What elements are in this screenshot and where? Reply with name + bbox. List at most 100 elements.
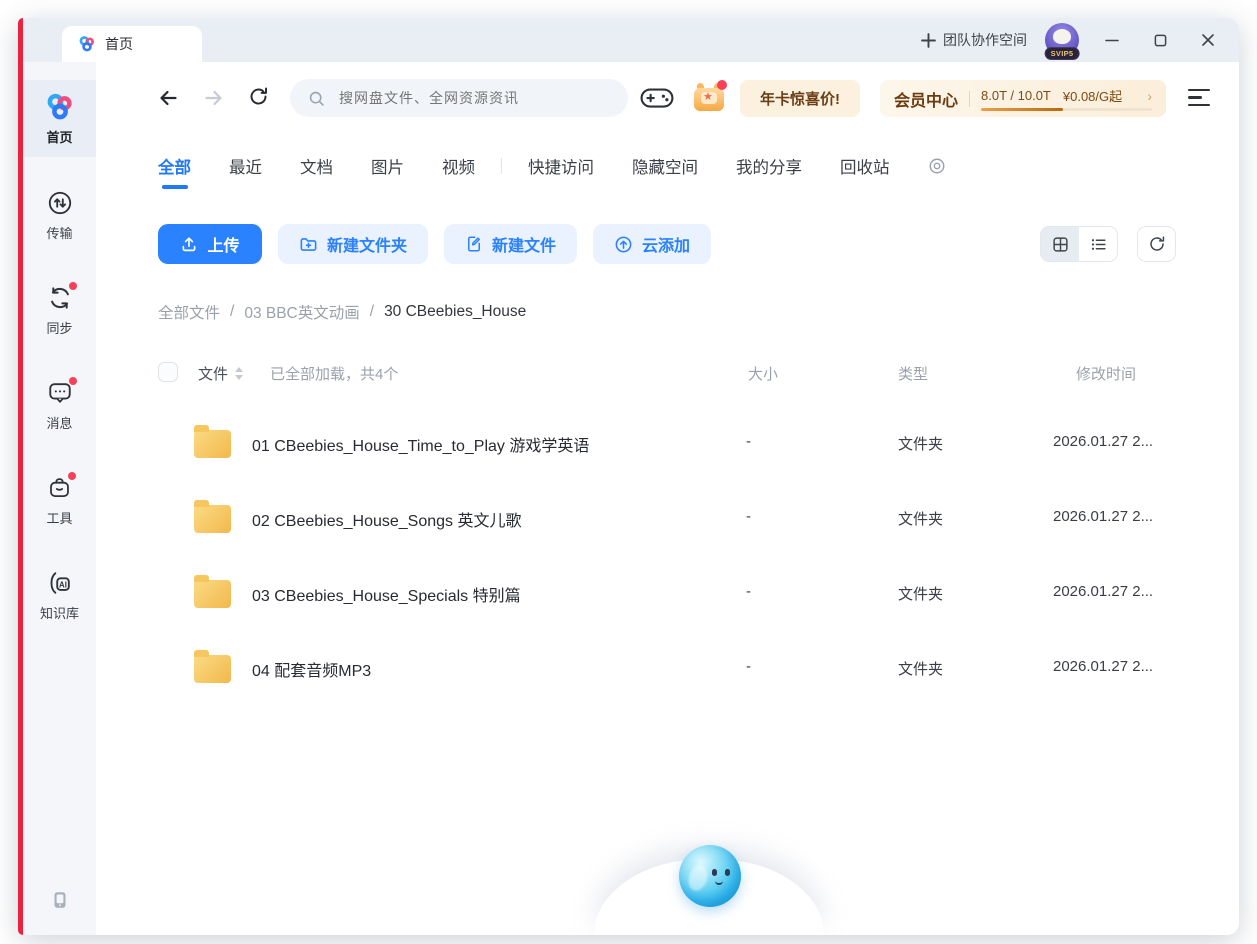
view-mode-toggle [1040,226,1118,262]
search-icon [308,90,325,107]
file-row[interactable]: 03 CBeebies_House_Specials 特别篇 - 文件夹 202… [96,554,1239,629]
tab-all[interactable]: 全部 [158,154,191,178]
plus-icon [921,33,936,48]
grid-view-button[interactable] [1041,227,1079,261]
file-type: 文件夹 [898,508,943,529]
breadcrumb-parent[interactable]: 03 BBC英文动画 [244,301,359,323]
member-center-label: 会员中心 [894,87,958,111]
upgrade-price: ¥0.08/G起 [1063,86,1122,105]
file-name[interactable]: 01 CBeebies_House_Time_to_Play 游戏学英语 [252,432,589,456]
file-size: - [746,658,751,675]
notification-dot [717,80,727,90]
search-input[interactable] [339,90,579,106]
tab-documents[interactable]: 文档 [300,154,333,178]
file-type: 文件夹 [898,433,943,454]
folder-icon [194,505,231,533]
vip-badge: SVIP5 [1045,47,1080,60]
mobile-phone-icon[interactable] [49,889,71,911]
select-all-checkbox[interactable] [158,362,178,382]
netdisk-logo-icon [45,93,75,121]
sidebar-item-messages[interactable]: 消息 [23,371,96,440]
sidebar-item-knowledge[interactable]: AI 知识库 [23,561,96,630]
column-name[interactable]: 文件 [198,363,243,384]
refresh-button[interactable] [248,86,269,107]
tab-hidden-space[interactable]: 隐藏空间 [632,154,698,178]
breadcrumb-current: 30 CBeebies_House [384,303,526,321]
file-name[interactable]: 03 CBeebies_House_Specials 特别篇 [252,582,521,606]
file-name[interactable]: 02 CBeebies_House_Songs 英文儿歌 [252,507,521,531]
file-size: - [746,433,751,450]
sidebar-item-transfer[interactable]: 传输 [23,181,96,250]
tabs-divider [501,158,502,174]
breadcrumb-root[interactable]: 全部文件 [158,301,220,323]
search-bar[interactable] [290,79,628,117]
svg-text:AI: AI [59,580,67,589]
member-center-button[interactable]: 会员中心 8.0T / 10.0T ¥0.08/G起 › [880,80,1166,117]
list-view-button[interactable] [1079,227,1117,261]
sort-icon[interactable] [235,367,243,380]
folder-icon [194,655,231,683]
minimize-button[interactable] [1103,31,1121,49]
column-size: 大小 [748,363,778,384]
netdisk-logo-icon [78,35,96,53]
tab-videos[interactable]: 视频 [442,154,475,178]
storage-used: 8.0T / 10.0T [981,88,1051,103]
team-space-label: 团队协作空间 [943,30,1027,50]
tab-home-page[interactable]: 首页 [62,26,202,62]
sync-icon [47,284,73,312]
close-button[interactable] [1199,31,1217,49]
upload-button[interactable]: 上传 [158,224,262,264]
new-file-button[interactable]: 新建文件 [444,224,577,264]
file-row[interactable]: 04 配套音频MP3 - 文件夹 2026.01.27 2... [96,629,1239,704]
yearly-card-promo-button[interactable]: 年卡惊喜价! [740,80,860,117]
file-row[interactable]: 02 CBeebies_House_Songs 英文儿歌 - 文件夹 2026.… [96,479,1239,554]
maximize-button[interactable] [1151,31,1169,49]
tab-quick-access[interactable]: 快捷访问 [528,154,594,178]
file-modified: 2026.01.27 2... [1053,433,1153,450]
notification-dot [68,472,76,480]
folder-icon [194,430,231,458]
forward-button[interactable] [202,86,226,110]
window-tabbar: 首页 团队协作空间 SVIP5 [18,18,1239,62]
ai-knowledge-icon: AI [47,569,73,597]
target-circle-icon[interactable] [928,157,946,175]
transfer-icon [47,189,73,217]
tab-recycle-bin[interactable]: 回收站 [840,154,890,178]
file-type: 文件夹 [898,658,943,679]
browser-toolbar: 年卡惊喜价! 会员中心 8.0T / 10.0T ¥0.08/G起 › [96,62,1239,135]
file-modified: 2026.01.27 2... [1053,583,1153,600]
left-promo-strip [18,18,23,935]
app-window: 首页 团队协作空间 SVIP5 [18,18,1239,935]
back-button[interactable] [156,86,180,110]
file-name[interactable]: 04 配套音频MP3 [252,657,371,681]
gamepad-icon[interactable] [640,84,674,112]
file-modified: 2026.01.27 2... [1053,658,1153,675]
ai-assistant-orb[interactable] [679,845,741,907]
file-type: 文件夹 [898,583,943,604]
category-tabs: 全部 最近 文档 图片 视频 快捷访问 隐藏空间 我的分享 回收站 [96,135,1239,197]
cloud-upload-icon [614,235,633,254]
sidebar-item-tools[interactable]: 工具 [23,466,96,535]
main-menu-icon[interactable] [1188,89,1210,106]
refresh-list-button[interactable] [1137,226,1176,262]
new-folder-button[interactable]: 新建文件夹 [278,224,428,264]
file-size: - [746,508,751,525]
column-modified: 修改时间 [1076,363,1136,384]
sidebar-item-home[interactable]: 首页 [23,80,96,157]
load-status: 已全部加载，共4个 [270,363,398,384]
tab-recent[interactable]: 最近 [229,154,262,178]
team-space-button[interactable]: 团队协作空间 [921,30,1027,50]
sidebar: 首页 传输 [23,62,96,935]
tab-title: 首页 [105,34,133,54]
sidebar-item-sync[interactable]: 同步 [23,276,96,345]
file-row[interactable]: 01 CBeebies_House_Time_to_Play 游戏学英语 - 文… [96,404,1239,479]
gift-bag-icon[interactable] [694,83,724,111]
tab-images[interactable]: 图片 [371,154,404,178]
upload-icon [180,235,198,253]
user-avatar[interactable]: SVIP5 [1045,23,1079,57]
storage-progress-bar [981,108,1152,111]
file-size: - [746,583,751,600]
tab-my-shares[interactable]: 我的分享 [736,154,802,178]
notification-dot [69,377,77,385]
cloud-add-button[interactable]: 云添加 [593,224,711,264]
